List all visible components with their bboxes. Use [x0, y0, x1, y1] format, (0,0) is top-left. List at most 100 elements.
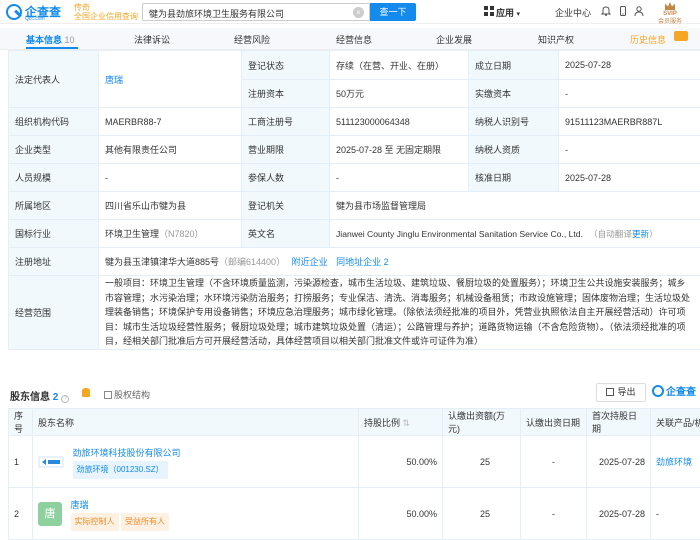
row-date: -: [521, 488, 587, 540]
beneficiary-badge: 受益所有人: [121, 513, 169, 531]
authority-value: 犍为县市场监督管理局: [330, 192, 700, 220]
row-date: -: [521, 436, 587, 488]
sort-icon: ⇅: [403, 418, 411, 428]
stock-badge[interactable]: 劲旅环境（001230.SZ）: [73, 461, 168, 479]
legal-rep-label: 法定代表人: [9, 51, 99, 108]
nearby-companies-link[interactable]: 附近企业: [292, 257, 328, 267]
product-link[interactable]: 劲旅环境: [656, 457, 692, 467]
biz-term-label: 营业期限: [242, 136, 330, 164]
english-update-link[interactable]: 更新: [632, 229, 649, 239]
scope-label: 经营范围: [9, 276, 99, 350]
insured-label: 参保人数: [242, 164, 330, 192]
company-logo-icon: [38, 449, 64, 475]
bell-icon[interactable]: [82, 388, 90, 397]
row-name-cell: 唐 唐瑞 实际控制人 受益所有人: [33, 488, 359, 540]
row-amount: 25: [443, 488, 521, 540]
est-date-value: 2025-07-28: [559, 51, 700, 80]
shareholder-header-row: 序号 股东名称 持股比例 ⇅ 认缴出资额(万元) 认缴出资日期 首次持股日期 关…: [9, 409, 700, 436]
shareholder-title-text: 股东信息: [10, 392, 50, 403]
vip-label: SVIP: [652, 10, 688, 18]
biz-reg-value: 511123000064348: [330, 108, 469, 136]
help-icon[interactable]: ?: [61, 395, 69, 403]
row-first-date: 2025-07-28: [587, 436, 651, 488]
logo-domain: Qcc.com: [25, 16, 45, 22]
vip-badge-icon: [665, 2, 675, 10]
qcc-logo[interactable]: 企查查 Qcc.com 传奇全国企业信用查询: [6, 2, 94, 22]
taxpayer-id-label: 纳税人识别号: [469, 108, 559, 136]
col-ratio[interactable]: 持股比例 ⇅: [359, 409, 443, 436]
export-icon: [606, 388, 614, 396]
shareholder-table: 序号 股东名称 持股比例 ⇅ 认缴出资额(万元) 认缴出资日期 首次持股日期 关…: [8, 408, 700, 540]
industry-value: 环境卫生管理: [105, 229, 159, 239]
shareholder-section-header: 股东信息 2? 股权结构 导出 企查查: [8, 382, 700, 404]
legal-rep-link[interactable]: 唐瑞: [105, 75, 123, 85]
tab-legal[interactable]: 法律诉讼: [134, 33, 170, 46]
english-note: （自动翻译: [589, 229, 632, 239]
basic-info-table: 法定代表人 唐瑞 登记状态 存续（在营、开业、在册） 成立日期 2025-07-…: [8, 50, 700, 350]
tab-history[interactable]: 历史信息: [630, 33, 666, 46]
approval-date-value: 2025-07-28: [559, 164, 700, 192]
postcode: （邮编614400）: [219, 257, 285, 267]
col-amount[interactable]: 认缴出资额(万元): [443, 409, 521, 436]
tab-risk[interactable]: 经营风险: [234, 33, 270, 46]
nav-apps[interactable]: 应用 ▾: [496, 6, 520, 19]
export-button[interactable]: 导出: [596, 383, 646, 402]
col-amount-label: 认缴出资额(万元): [448, 411, 505, 434]
insured-value: -: [330, 164, 469, 192]
shareholder-name-link[interactable]: 劲旅环境科技股份有限公司: [73, 448, 181, 458]
magnifier-logo-icon: [6, 4, 22, 20]
row-no: 1: [9, 436, 33, 488]
reg-status-label: 登记状态: [242, 51, 330, 80]
tab-basic-info-count: 10: [65, 35, 75, 45]
nav-enterprise-center[interactable]: 企业中心: [555, 6, 591, 19]
same-address-link[interactable]: 同地址企业 2: [336, 257, 389, 267]
english-value: Jianwei County Jinglu Environmental Sani…: [336, 229, 583, 239]
tab-development[interactable]: 企业发展: [436, 33, 472, 46]
shareholder-name-link[interactable]: 唐瑞: [71, 500, 89, 510]
row-amount: 25: [443, 436, 521, 488]
equity-structure-tab[interactable]: 股权结构: [104, 388, 150, 401]
equity-structure-label: 股权结构: [114, 390, 150, 400]
scope-value: 一般项目：环境卫生管理（不含环境质量监测，污染源检查，城市生活垃圾、建筑垃圾、餐…: [99, 276, 700, 350]
logo-slogan: 传奇全国企业信用查询: [74, 3, 138, 21]
tab-operation[interactable]: 经营信息: [336, 33, 372, 46]
table-row[interactable]: 1 劲旅环境科技股份有限公司 劲旅环境（001230.SZ） 50.00% 25…: [9, 436, 700, 488]
nav-apps-label: 应用: [496, 8, 514, 18]
org-code-value: MAERBR88-7: [99, 108, 242, 136]
search-input[interactable]: 犍为县劲旅环境卫生服务有限公司 ×: [142, 3, 370, 21]
brand-magnifier-icon: [652, 385, 664, 397]
clear-search-icon[interactable]: ×: [353, 7, 364, 18]
tab-basic-info[interactable]: 基本信息 10: [26, 33, 75, 46]
search-button[interactable]: 查一下: [370, 3, 416, 21]
company-type-value: 其他有限责任公司: [99, 136, 242, 164]
brand-name: 企查查: [666, 387, 696, 398]
phone-icon[interactable]: [618, 6, 628, 16]
tab-ip[interactable]: 知识产权: [538, 33, 574, 46]
col-date-label: 认缴出资日期: [526, 418, 580, 428]
english-cell: Jianwei County Jinglu Environmental Sani…: [330, 220, 700, 248]
authority-label: 登记机关: [242, 192, 330, 220]
address-label: 注册地址: [9, 248, 99, 276]
tab-basic-info-label: 基本信息: [26, 35, 62, 45]
active-tab-indicator: [26, 47, 78, 49]
bell-icon[interactable]: [601, 6, 611, 16]
address-cell: 犍为县玉津镇津华大道885号（邮编614400） 附近企业 同地址企业 2: [99, 248, 700, 276]
reg-capital-label: 注册资本: [242, 80, 330, 108]
legal-rep-cell: 唐瑞: [99, 51, 242, 108]
col-date[interactable]: 认缴出资日期: [521, 409, 587, 436]
taxpayer-qual-label: 纳税人资质: [469, 136, 559, 164]
shareholder-title: 股东信息 2?: [10, 388, 69, 403]
avatar: 唐: [38, 502, 62, 526]
reg-status-value: 存续（在营、开业、在册）: [330, 51, 469, 80]
approval-date-label: 核准日期: [469, 164, 559, 192]
search-query: 犍为县劲旅环境卫生服务有限公司: [149, 7, 284, 20]
taxpayer-qual-value: -: [559, 136, 700, 164]
user-icon[interactable]: [634, 6, 644, 16]
company-type-label: 企业类型: [9, 136, 99, 164]
shareholder-count: 2: [53, 392, 59, 403]
table-row[interactable]: 2 唐 唐瑞 实际控制人 受益所有人 50.00% 25 - 2025-07-2…: [9, 488, 700, 540]
biz-term-value: 2025-07-28 至 无固定期限: [330, 136, 469, 164]
caret-down-icon: ▾: [517, 11, 521, 18]
col-first-date[interactable]: 首次持股日期: [587, 409, 651, 436]
vip-service[interactable]: SVIP 会员服务: [652, 2, 688, 22]
